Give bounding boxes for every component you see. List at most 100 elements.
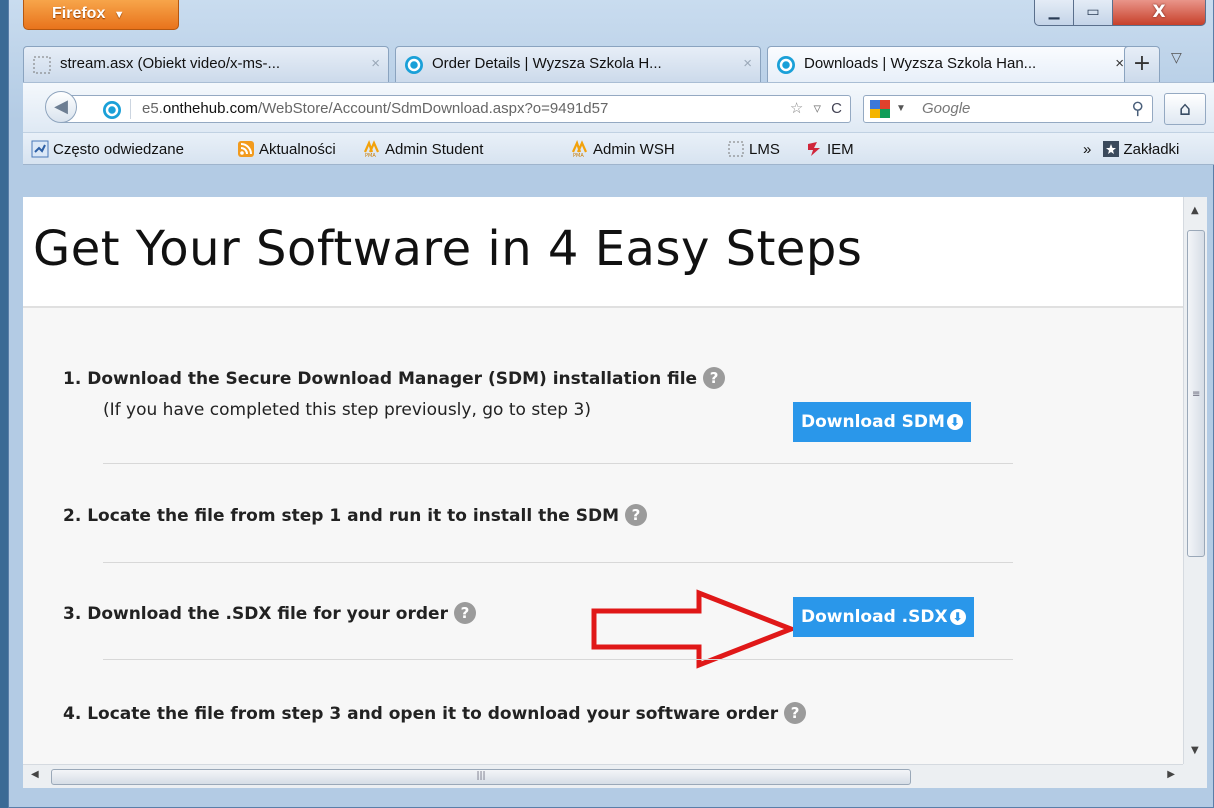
tab-close-icon[interactable]: × bbox=[1115, 55, 1124, 72]
minimize-button[interactable]: ▁ bbox=[1034, 0, 1074, 26]
engine-dropdown-icon[interactable]: ▼ bbox=[896, 96, 906, 122]
scroll-up-arrow-icon[interactable]: ▲ bbox=[1191, 205, 1199, 216]
google-engine-icon[interactable] bbox=[870, 100, 890, 118]
bookmarks-menu-icon bbox=[1102, 141, 1119, 157]
step-divider bbox=[103, 659, 1013, 660]
tab-close-icon[interactable]: × bbox=[371, 55, 380, 72]
browser-window: Firefox ▼ ▁ ▭ X stream.asx (Obiekt video… bbox=[8, 0, 1214, 808]
tab-list-chevron-icon[interactable]: ▽ bbox=[1171, 50, 1182, 66]
scrollbar-corner bbox=[1183, 764, 1207, 788]
url-actions: ☆ ▿ C bbox=[784, 96, 842, 122]
firefox-menu-button[interactable]: Firefox ▼ bbox=[23, 0, 179, 30]
rss-feed-icon bbox=[238, 141, 254, 157]
download-arrow-icon: ⬇ bbox=[946, 414, 963, 430]
help-icon[interactable]: ? bbox=[453, 602, 476, 624]
bookmark-label: Często odwiedzane bbox=[53, 141, 184, 158]
blank-page-icon bbox=[33, 56, 51, 74]
help-icon[interactable]: ? bbox=[784, 702, 807, 724]
step-3: 3. Download the .SDX file for your order… bbox=[63, 602, 476, 624]
bookmark-admin-wsh[interactable]: PMA Admin WSH bbox=[571, 140, 675, 158]
step-divider bbox=[103, 562, 1013, 563]
tab-label: Order Details | Wyzsza Szkola H... bbox=[432, 55, 662, 72]
download-sdx-button[interactable]: Download .SDX ⬇ bbox=[793, 597, 974, 637]
back-arrow-icon: ◀ bbox=[54, 96, 68, 117]
back-button[interactable]: ◀ bbox=[45, 91, 77, 123]
step-2-text: 2. Locate the file from step 1 and run i… bbox=[63, 506, 620, 526]
navigation-toolbar: e5.onthehub.com/WebStore/Account/SdmDown… bbox=[23, 82, 1214, 132]
svg-text:PMA: PMA bbox=[573, 153, 584, 158]
history-dropdown-icon[interactable]: ▿ bbox=[813, 100, 821, 117]
firefox-menu-label: Firefox bbox=[52, 5, 106, 22]
minimize-icon: ▁ bbox=[1048, 4, 1060, 20]
new-tab-button[interactable]: + bbox=[1124, 46, 1160, 82]
search-icon[interactable]: ⚲ bbox=[1132, 96, 1144, 122]
scroll-grip-icon: ≡ bbox=[1192, 389, 1201, 400]
tab-downloads[interactable]: Downloads | Wyzsza Szkola Han... × bbox=[767, 46, 1133, 84]
home-button[interactable]: ⌂ bbox=[1164, 93, 1206, 125]
download-sdm-button[interactable]: Download SDM ⬇ bbox=[793, 402, 971, 442]
step-1: 1. Download the Secure Download Manager … bbox=[63, 367, 726, 389]
most-visited-icon bbox=[31, 140, 49, 158]
bookmark-admin-student[interactable]: PMA Admin Student bbox=[363, 140, 483, 158]
close-icon: X bbox=[1152, 2, 1166, 22]
svg-text:PMA: PMA bbox=[365, 153, 376, 158]
tab-stream-asx[interactable]: stream.asx (Obiekt video/x-ms-... × bbox=[23, 46, 389, 82]
iem-logo-icon bbox=[808, 142, 820, 156]
help-icon[interactable]: ? bbox=[703, 367, 726, 389]
step-1-text: 1. Download the Secure Download Manager … bbox=[63, 369, 698, 389]
bookmark-label: LMS bbox=[749, 141, 780, 158]
help-icon[interactable]: ? bbox=[625, 504, 648, 526]
scroll-down-arrow-icon[interactable]: ▼ bbox=[1191, 745, 1199, 756]
overflow-chevron-icon[interactable]: » bbox=[1083, 141, 1091, 158]
bookmark-lms[interactable]: LMS bbox=[727, 140, 780, 158]
url-bar[interactable]: e5.onthehub.com/WebStore/Account/SdmDown… bbox=[61, 95, 851, 123]
scroll-left-arrow-icon[interactable]: ◀ bbox=[31, 769, 39, 780]
onthehub-icon bbox=[405, 56, 423, 74]
url-prefix: e5. bbox=[142, 100, 163, 117]
bookmark-label: Aktualności bbox=[259, 141, 336, 158]
step-4-text: 4. Locate the file from step 3 and open … bbox=[63, 704, 779, 724]
close-window-button[interactable]: X bbox=[1112, 0, 1206, 26]
bookmark-label: Admin WSH bbox=[593, 141, 675, 158]
step-2: 2. Locate the file from step 1 and run i… bbox=[63, 504, 648, 526]
url-domain: onthehub.com bbox=[162, 100, 258, 117]
step-divider bbox=[103, 463, 1013, 464]
bookmarks-overflow[interactable]: » Zakładki bbox=[1083, 140, 1179, 158]
url-path: /WebStore/Account/SdmDownload.aspx?o=949… bbox=[257, 100, 609, 117]
horizontal-scrollbar[interactable]: ◀ ||| ▶ bbox=[23, 764, 1183, 788]
bookmark-label: Admin Student bbox=[385, 141, 484, 158]
scroll-right-arrow-icon[interactable]: ▶ bbox=[1167, 769, 1175, 780]
onthehub-icon bbox=[777, 56, 795, 74]
bookmarks-menu-label[interactable]: Zakładki bbox=[1124, 141, 1180, 158]
site-identity-icon[interactable] bbox=[102, 100, 122, 120]
download-arrow-icon: ⬇ bbox=[949, 609, 966, 625]
step-4: 4. Locate the file from step 3 and open … bbox=[63, 702, 807, 724]
bookmark-iem[interactable]: IEM bbox=[805, 140, 854, 158]
search-placeholder: Google bbox=[922, 100, 971, 117]
tab-order-details[interactable]: Order Details | Wyzsza Szkola H... × bbox=[395, 46, 761, 82]
bookmark-star-icon[interactable]: ☆ bbox=[790, 100, 803, 117]
url-separator bbox=[130, 99, 131, 119]
bookmarks-toolbar: Często odwiedzane Aktualności PMA Admin S… bbox=[23, 132, 1214, 165]
search-box[interactable]: ▼ Google ⚲ bbox=[863, 95, 1153, 123]
page-title: Get Your Software in 4 Easy Steps bbox=[33, 221, 863, 277]
download-sdx-label: Download .SDX bbox=[801, 607, 948, 627]
horizontal-scroll-thumb[interactable]: ||| bbox=[51, 769, 911, 785]
reload-icon[interactable]: C bbox=[831, 100, 842, 117]
pma-logo-icon: PMA bbox=[363, 140, 380, 158]
scroll-grip-icon: ||| bbox=[476, 771, 486, 781]
step-3-text: 3. Download the .SDX file for your order bbox=[63, 604, 448, 624]
vertical-scrollbar[interactable]: ▲ ≡ ▼ bbox=[1183, 197, 1207, 764]
bookmark-aktualnosci[interactable]: Aktualności bbox=[237, 140, 336, 158]
home-icon: ⌂ bbox=[1178, 98, 1192, 120]
bookmark-czesto-odwiedzane[interactable]: Często odwiedzane bbox=[31, 140, 184, 158]
blank-page-icon bbox=[728, 141, 744, 157]
page-viewport: Get Your Software in 4 Easy Steps 1. Dow… bbox=[23, 197, 1183, 764]
step-1-note: (If you have completed this step previou… bbox=[103, 400, 591, 420]
tab-label: stream.asx (Obiekt video/x-ms-... bbox=[60, 55, 281, 72]
red-arrow-annotation bbox=[591, 589, 798, 669]
download-sdm-label: Download SDM bbox=[801, 412, 945, 432]
bookmark-label: IEM bbox=[827, 141, 854, 158]
maximize-button[interactable]: ▭ bbox=[1073, 0, 1113, 26]
tab-close-icon[interactable]: × bbox=[743, 55, 752, 72]
